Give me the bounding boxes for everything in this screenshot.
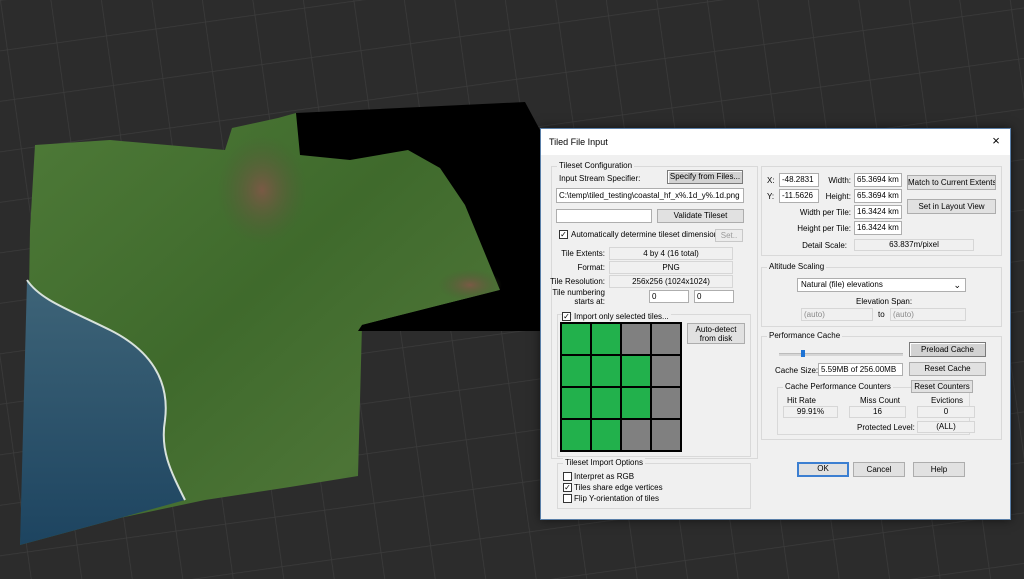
tile-extents-value: 4 by 4 (16 total)	[609, 247, 733, 260]
tile-cell[interactable]	[591, 355, 621, 387]
tile-cell[interactable]	[561, 323, 591, 355]
format-value: PNG	[609, 261, 733, 274]
auto-dimensions-label: Automatically determine tileset dimensio…	[571, 230, 723, 239]
auto-detect-label-2: from disk	[699, 334, 733, 343]
tile-numbering-x-field[interactable]: 0	[649, 290, 689, 303]
width-field[interactable]: 65.3694 km	[854, 173, 902, 187]
protected-level-value: (ALL)	[917, 421, 975, 433]
y-label: Y:	[767, 192, 775, 201]
elevation-span-label: Elevation Span:	[856, 297, 913, 306]
cache-size-label: Cache Size:	[775, 366, 819, 375]
tile-numbering-label-2: starts at:	[574, 297, 605, 306]
set-in-layout-view-button[interactable]: Set in Layout View	[907, 199, 996, 214]
tile-cell[interactable]	[651, 355, 681, 387]
tile-cell[interactable]	[591, 387, 621, 419]
cache-size-slider-thumb[interactable]	[800, 350, 805, 357]
chevron-down-icon: ⌄	[953, 280, 961, 290]
elevation-span-from-field[interactable]: (auto)	[801, 308, 873, 321]
hit-rate-label: Hit Rate	[787, 396, 816, 405]
altitude-mode-select[interactable]: Natural (file) elevations ⌄	[797, 278, 966, 292]
tile-resolution-label: Tile Resolution:	[550, 277, 605, 286]
validate-result-field[interactable]	[556, 209, 652, 223]
tile-cell[interactable]	[621, 323, 651, 355]
close-icon[interactable]: ×	[988, 133, 1004, 148]
reset-counters-button[interactable]: Reset Counters	[911, 380, 973, 393]
flip-y-label: Flip Y-orientation of tiles	[574, 494, 659, 503]
height-label: Height:	[825, 192, 851, 201]
tile-numbering-y-field[interactable]: 0	[694, 290, 734, 303]
format-label: Format:	[577, 263, 605, 272]
width-label: Width:	[828, 176, 851, 185]
tile-selection-grid[interactable]	[560, 322, 682, 452]
tileset-configuration-title: Tileset Configuration	[557, 161, 635, 171]
tiled-file-input-dialog: Tiled File Input × Tileset Configuration…	[540, 128, 1011, 520]
height-per-tile-field[interactable]: 16.3424 km	[854, 221, 902, 235]
import-selected-label: Import only selected tiles...	[572, 312, 671, 322]
input-stream-path-field[interactable]: C:\temp\tiled_testing\coastal_hf_x%.1d_y…	[556, 188, 744, 203]
altitude-scaling-title: Altitude Scaling	[767, 262, 827, 272]
flip-y-checkbox[interactable]	[563, 494, 572, 503]
validate-tileset-button[interactable]: Validate Tileset	[657, 209, 744, 223]
tile-cell[interactable]	[651, 387, 681, 419]
x-label: X:	[767, 176, 775, 185]
help-button[interactable]: Help	[913, 462, 965, 477]
share-edge-vertices-checkbox[interactable]	[563, 483, 572, 492]
tile-cell[interactable]	[591, 323, 621, 355]
interpret-rgb-label: Interpret as RGB	[574, 472, 635, 481]
tile-cell[interactable]	[621, 419, 651, 451]
evictions-value: 0	[917, 406, 975, 418]
miss-count-value: 16	[849, 406, 906, 418]
import-selected-checkbox[interactable]	[562, 312, 571, 321]
reset-cache-button[interactable]: Reset Cache	[909, 362, 986, 376]
tile-cell[interactable]	[561, 419, 591, 451]
elevation-span-to-field[interactable]: (auto)	[890, 308, 966, 321]
height-per-tile-label: Height per Tile:	[797, 224, 851, 233]
input-stream-label: Input Stream Specifier:	[559, 174, 641, 183]
import-options-title: Tileset Import Options	[563, 458, 645, 468]
altitude-mode-value: Natural (file) elevations	[801, 280, 883, 289]
evictions-label: Evictions	[931, 396, 964, 405]
performance-cache-title: Performance Cache	[767, 331, 843, 341]
tile-cell[interactable]	[651, 419, 681, 451]
detail-scale-value: 63.837m/pixel	[854, 239, 974, 251]
match-to-current-extents-button[interactable]: Match to Current Extents	[907, 175, 996, 190]
tile-cell[interactable]	[621, 387, 651, 419]
detail-scale-label: Detail Scale:	[802, 241, 847, 250]
tile-cell[interactable]	[591, 419, 621, 451]
width-per-tile-label: Width per Tile:	[799, 208, 851, 217]
auto-dimensions-checkbox[interactable]	[559, 230, 568, 239]
ok-button[interactable]: OK	[797, 462, 849, 477]
auto-detect-button[interactable]: Auto-detect from disk	[687, 323, 745, 344]
terrain-mountain	[217, 135, 307, 245]
height-field[interactable]: 65.3694 km	[854, 189, 902, 203]
width-per-tile-field[interactable]: 16.3424 km	[854, 205, 902, 219]
share-edge-vertices-label: Tiles share edge vertices	[574, 483, 663, 492]
preload-cache-button[interactable]: Preload Cache	[909, 342, 986, 357]
cache-counters-title: Cache Performance Counters	[783, 382, 893, 392]
tile-cell[interactable]	[561, 387, 591, 419]
tile-cell[interactable]	[621, 355, 651, 387]
protected-level-label: Protected Level:	[857, 423, 915, 432]
miss-count-label: Miss Count	[860, 396, 901, 405]
set-dimensions-button[interactable]: Set..	[715, 229, 743, 242]
tile-resolution-value: 256x256 (1024x1024)	[609, 275, 733, 288]
tile-cell[interactable]	[651, 323, 681, 355]
cache-size-slider-track[interactable]	[779, 353, 903, 356]
dialog-title: Tiled File Input	[549, 137, 608, 147]
tile-cell[interactable]	[561, 355, 591, 387]
specify-from-files-button[interactable]: Specify from Files...	[667, 170, 743, 184]
title-bar: Tiled File Input ×	[541, 129, 1010, 155]
tile-extents-label: Tile Extents:	[561, 249, 605, 258]
cancel-button[interactable]: Cancel	[853, 462, 905, 477]
cache-size-field[interactable]: 5.59MB of 256.00MB	[818, 363, 903, 376]
interpret-rgb-checkbox[interactable]	[563, 472, 572, 481]
elevation-span-to-label: to	[878, 310, 885, 319]
auto-detect-label-1: Auto-detect	[695, 325, 737, 334]
hit-rate-value: 99.91%	[783, 406, 838, 418]
